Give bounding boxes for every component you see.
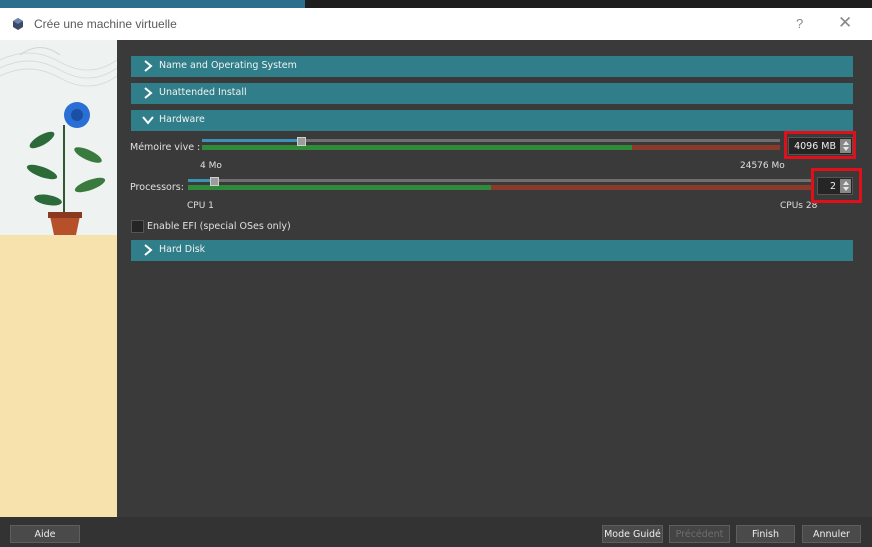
efi-label: Enable EFI (special OSes only) <box>147 221 291 232</box>
memory-min-label: 4 Mo <box>200 161 222 171</box>
help-icon[interactable]: ? <box>796 16 803 31</box>
processors-slider-fill <box>188 179 212 182</box>
memory-slider-handle[interactable] <box>297 137 306 146</box>
wizard-content: Name and Operating System Unattended Ins… <box>117 40 872 517</box>
plant-illustration <box>0 40 117 517</box>
window-title: Crée une machine virtuelle <box>34 17 177 31</box>
title-bar: Crée une machine virtuelle ? ✕ <box>0 8 872 40</box>
processors-label: Processors: <box>130 182 184 193</box>
section-label: Hard Disk <box>159 244 206 255</box>
memory-highlight-box <box>784 131 856 159</box>
wizard-illustration <box>0 40 117 517</box>
processors-slider-handle[interactable] <box>210 177 219 186</box>
guided-mode-button[interactable]: Mode Guidé <box>602 525 663 543</box>
background-window-accent <box>0 0 305 8</box>
section-label: Unattended Install <box>159 87 247 98</box>
chevron-right-icon <box>144 87 153 99</box>
efi-checkbox[interactable] <box>131 220 144 233</box>
section-hard-disk[interactable]: Hard Disk <box>131 240 853 261</box>
processors-min-label: CPU 1 <box>187 201 214 211</box>
memory-slider-fill <box>202 139 299 142</box>
memory-slider[interactable] <box>202 137 780 151</box>
processors-slider-track <box>188 179 813 182</box>
background-window-dark <box>305 0 872 8</box>
section-label: Hardware <box>159 114 205 125</box>
help-button[interactable]: Aide <box>10 525 80 543</box>
memory-max-label: 24576 Mo <box>740 161 785 171</box>
processors-scale <box>188 185 813 190</box>
previous-button[interactable]: Précédent <box>669 525 730 543</box>
finish-button[interactable]: Finish <box>736 525 795 543</box>
chevron-down-icon <box>142 116 154 125</box>
close-icon[interactable]: ✕ <box>838 13 852 33</box>
memory-scale <box>202 145 780 150</box>
background-window-strip <box>0 0 872 8</box>
processors-slider[interactable] <box>188 177 813 191</box>
chevron-right-icon <box>144 60 153 72</box>
button-bar: Aide Mode Guidé Précédent Finish Annuler <box>0 517 872 547</box>
section-unattended-install[interactable]: Unattended Install <box>131 83 853 104</box>
memory-label: Mémoire vive : <box>130 142 201 153</box>
virtualbox-icon <box>13 18 23 30</box>
section-name-and-os[interactable]: Name and Operating System <box>131 56 853 77</box>
processors-highlight-box <box>811 168 862 203</box>
cancel-button[interactable]: Annuler <box>802 525 861 543</box>
section-hardware[interactable]: Hardware <box>131 110 853 131</box>
chevron-right-icon <box>144 244 153 256</box>
section-label: Name and Operating System <box>159 60 297 71</box>
